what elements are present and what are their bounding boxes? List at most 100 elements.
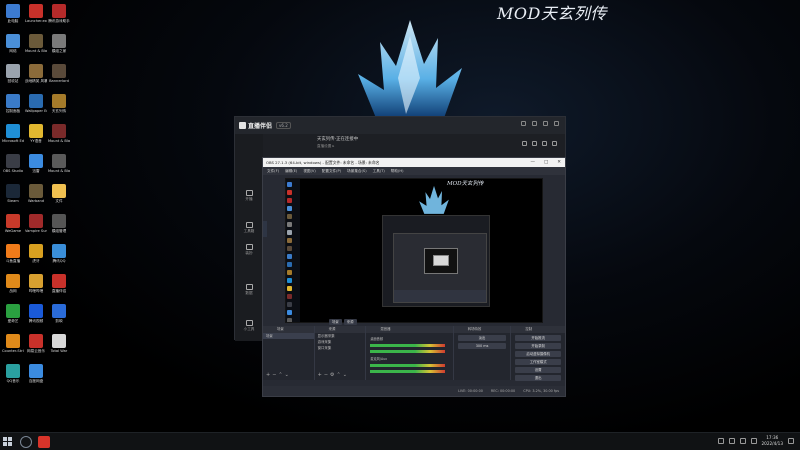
menu-profile[interactable]: 配置文件(P) [322, 169, 341, 174]
desktop-icon[interactable]: 此电脑 [2, 4, 24, 23]
desktop-icon[interactable]: 迅雷 [25, 154, 47, 173]
desktop-icon[interactable]: Total War [48, 334, 70, 353]
desktop-icon[interactable]: Wallpaper Engine [25, 94, 47, 113]
menu-icon[interactable] [532, 121, 537, 126]
desktop-icon-label: 模组管理 [51, 229, 67, 233]
desktop-icon[interactable]: Launcher.exe 快捷方式 [25, 4, 47, 23]
start-recording-button[interactable]: 开始录制 [515, 343, 561, 349]
desktop-icon[interactable]: 斗鱼直播 [2, 244, 24, 263]
volume-slider[interactable] [370, 350, 445, 353]
sidebar-item-live[interactable]: 开播 [237, 190, 261, 202]
desktop-icon-label: Mount & Blade II [25, 49, 47, 53]
transition-select[interactable]: 淡出 [457, 335, 507, 341]
desktop-icon[interactable]: Microsoft Edge [2, 124, 24, 143]
desktop-icon[interactable]: 腾讯QQ [48, 244, 70, 263]
desktop-icon[interactable]: 控制面板 [2, 94, 24, 113]
obs-titlebar[interactable]: OBS 27.1.3 (64-bit, windows) - 配置文件: 未命名… [263, 158, 565, 167]
menu-view[interactable]: 视图(V) [303, 169, 315, 174]
desktop-icon[interactable]: Mount & Blade II [25, 34, 47, 53]
preview-resize-handle[interactable] [263, 221, 267, 237]
settings-icon[interactable] [552, 141, 557, 146]
desktop-icon[interactable]: WeGame [2, 214, 24, 233]
desktop-icon[interactable]: Vampire Survivors [25, 214, 47, 233]
start-streaming-button[interactable]: 开始推流 [515, 335, 561, 341]
menu-tools[interactable]: 工具(T) [373, 169, 385, 174]
transition-duration[interactable]: 300 ms [457, 343, 507, 349]
settings-button[interactable]: 设置 [515, 367, 561, 373]
volume-icon[interactable] [739, 437, 746, 444]
share-icon[interactable] [532, 141, 537, 146]
sidebar-item-data[interactable]: 数据 [237, 284, 261, 296]
studio-mode-button[interactable]: 工作室模式 [515, 359, 561, 365]
desktop-icon[interactable]: 模组管理 [48, 214, 70, 233]
menu-scene-collection[interactable]: 场景集合(S) [347, 169, 366, 174]
ime-icon[interactable] [750, 437, 757, 444]
desktop-icon[interactable]: Bannerlord [48, 64, 70, 83]
sidebar-item-decor[interactable]: 装扮 [237, 244, 261, 256]
settings-icon[interactable] [521, 121, 526, 126]
desktop-icon[interactable]: QQ音乐 [2, 364, 24, 383]
desktop-icon[interactable]: 腾讯游戏助手 [48, 4, 70, 23]
menu-file[interactable]: 文件(F) [267, 169, 279, 174]
tab-sources[interactable]: 来源 [343, 319, 357, 325]
volume-slider[interactable] [370, 370, 445, 373]
desktop-icon[interactable]: 战地精英 风暴 [25, 64, 47, 83]
start-button[interactable] [3, 437, 12, 446]
desktop-icon[interactable]: 百度网盘 [25, 364, 47, 383]
live-app-sidebar: 开播 工具箱 装扮 数据 小工具 [235, 134, 263, 341]
desktop-icon[interactable]: 天玄列传 [48, 94, 70, 113]
clock[interactable]: 17:36 2022/4/13 [762, 435, 783, 446]
desktop-icon[interactable]: 爱奇艺 [2, 304, 24, 323]
maximize-button[interactable]: □ [544, 160, 548, 165]
desktop-icon-label: 天玄列传 [51, 109, 67, 113]
desktop-icon[interactable]: Mount & Blade [48, 124, 70, 143]
desktop-icon[interactable]: 网络 [2, 34, 24, 53]
desktop-icon[interactable]: 腾讯视频 [25, 304, 47, 323]
desktop-icon[interactable]: 哔哩哔哩 [25, 274, 47, 293]
minimize-button[interactable]: — [530, 160, 535, 165]
desktop-icon[interactable]: Warband [25, 184, 47, 203]
desktop-icon[interactable]: Mount & Blade 2 [48, 154, 70, 173]
desktop-icon[interactable]: 模组之家 [48, 34, 70, 53]
scene-item[interactable]: 场景 [263, 333, 314, 339]
source-item[interactable]: 窗口采集 [315, 345, 366, 351]
desktop-icon[interactable]: 网易云音乐 [25, 334, 47, 353]
desktop-icon[interactable]: 回收站 [2, 64, 24, 83]
preview-app-icon [287, 286, 292, 291]
desktop-icon[interactable]: 剪映 [48, 304, 70, 323]
trash-icon[interactable] [522, 141, 527, 146]
notification-icon[interactable] [788, 437, 794, 444]
desktop-icon[interactable]: Steam [2, 184, 24, 203]
obs-preview[interactable]: MOD天玄列传 [285, 178, 543, 323]
scenes-dock-toolbar[interactable]: +−⌃⌄ [266, 372, 291, 378]
desktop-icon[interactable]: 直播伴侣 [48, 274, 70, 293]
desktop-icon[interactable]: 虎牙 [25, 244, 47, 263]
desktop-icon[interactable]: Counter-Strike [2, 334, 24, 353]
desktop-icon[interactable]: OBS Studio [2, 154, 24, 173]
live-app-titlebar[interactable]: 直播伴侣 v6.2 [235, 117, 565, 134]
live-app-taskbar-icon[interactable] [38, 436, 50, 448]
desktop-icon[interactable]: 文件 [48, 184, 70, 203]
tab-scenes[interactable]: 场景 [329, 319, 342, 325]
desktop-icon[interactable]: 战网 [2, 274, 24, 293]
desktop-icon-label: 剪映 [55, 319, 63, 323]
network-icon[interactable] [728, 437, 735, 444]
sidebar-item-widgets[interactable]: 小工具 [237, 320, 261, 332]
close-icon[interactable] [554, 121, 559, 126]
download-icon[interactable] [542, 141, 547, 146]
app-icon [6, 364, 20, 378]
sources-dock-toolbar[interactable]: +−⚙⌃⌄ [318, 372, 349, 378]
virtual-camera-button[interactable]: 启动虚拟摄像机 [515, 351, 561, 357]
minimize-icon[interactable] [543, 121, 548, 126]
obs-taskbar-icon[interactable] [20, 436, 32, 448]
menu-help[interactable]: 帮助(H) [391, 169, 404, 174]
exit-button[interactable]: 退出 [515, 375, 561, 381]
close-button[interactable]: ✕ [557, 160, 561, 165]
sidebar-item-tools[interactable]: 工具箱 [237, 222, 261, 234]
chevron-up-icon[interactable] [717, 437, 724, 444]
obs-window[interactable]: OBS 27.1.3 (64-bit, windows) - 配置文件: 未命名… [262, 157, 566, 397]
menu-edit[interactable]: 编辑(E) [285, 169, 297, 174]
system-tray: 17:36 2022/4/13 [717, 435, 794, 446]
desktop-icon[interactable]: YY语音 [25, 124, 47, 143]
room-settings-link[interactable]: 直播设置 ▸ [317, 144, 497, 149]
